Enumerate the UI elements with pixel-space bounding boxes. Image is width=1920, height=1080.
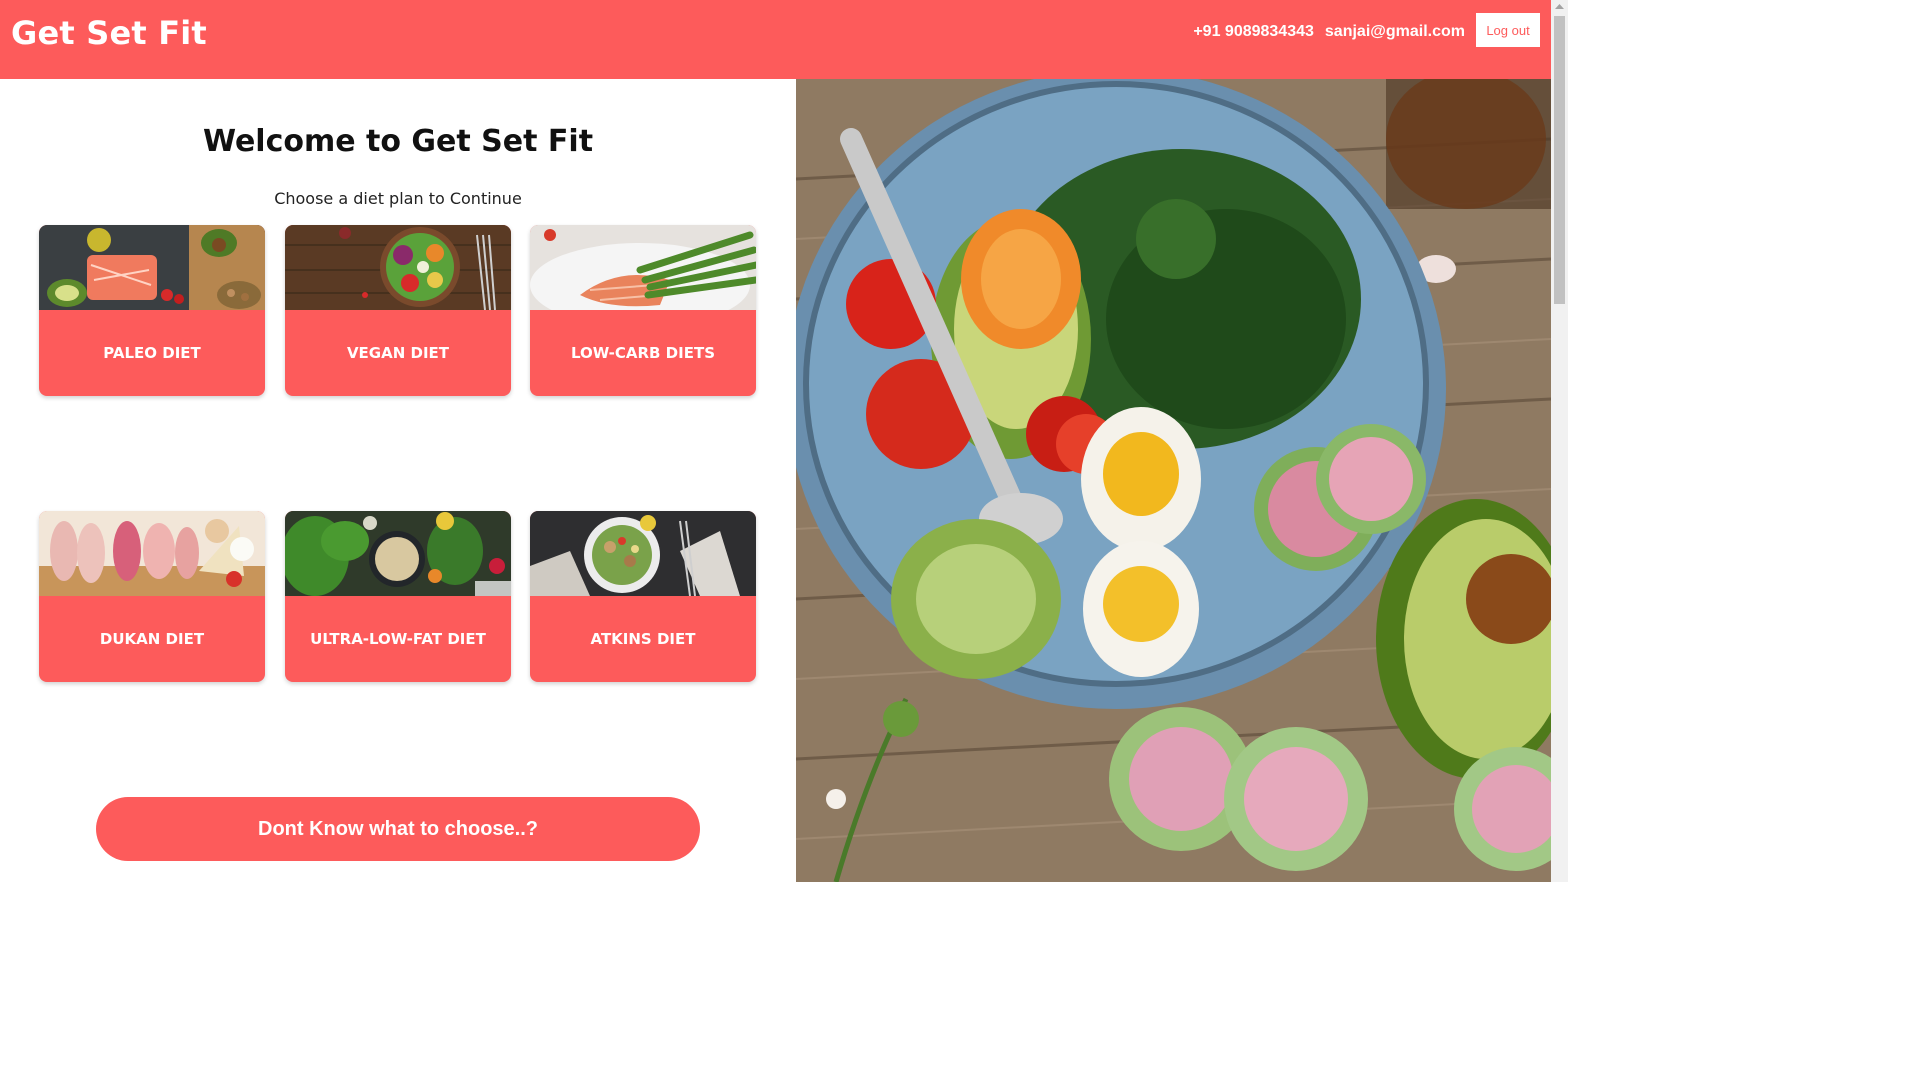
diet-card-label: DUKAN DIET [99, 630, 205, 648]
scrollbar-thumb[interactable] [1554, 16, 1565, 304]
brand-logo[interactable]: Get Set Fit [11, 14, 207, 52]
diet-card-label: ATKINS DIET [590, 630, 696, 648]
page-title: Welcome to Get Set Fit [202, 124, 594, 159]
diet-card-atkins[interactable]: ATKINS DIET [530, 511, 756, 682]
diet-card-label: VEGAN DIET [346, 344, 450, 362]
page-scrollbar[interactable] [1551, 0, 1568, 882]
diet-card-vegan[interactable]: VEGAN DIET [285, 225, 511, 396]
diet-card-low-carb[interactable]: LOW-CARB DIETS [530, 225, 756, 396]
logout-button[interactable]: Log out [1475, 12, 1541, 48]
diet-card-label: PALEO DIET [103, 344, 201, 362]
raw-meats-photo [39, 511, 265, 596]
diet-card-ultra-low-fat[interactable]: ULTRA-LOW-FAT DIET [285, 511, 511, 682]
diet-card-label: LOW-CARB DIETS [570, 344, 715, 362]
page-subtitle: Choose a diet plan to Continue [274, 189, 522, 208]
scroll-up-arrow-icon[interactable] [1551, 0, 1568, 14]
salad-bowl-egg-avocado-photo [796, 79, 1551, 882]
contact-info: +91 9089834343 sanjai@gmail.com [1193, 23, 1465, 41]
vegetable-bowl-photo [285, 225, 511, 310]
diet-card-paleo[interactable]: PALEO DIET [39, 225, 265, 396]
diet-card-label: ULTRA-LOW-FAT DIET [310, 630, 486, 648]
salad-plate-photo [530, 511, 756, 596]
phone-number: +91 9089834343 [1193, 23, 1314, 40]
salmon-avocado-nuts-photo [39, 225, 265, 310]
salmon-asparagus-photo [530, 225, 756, 310]
diet-card-dukan[interactable]: DUKAN DIET [39, 511, 265, 682]
help-me-choose-button[interactable]: Dont Know what to choose..? [96, 797, 700, 861]
grains-vegetables-photo [285, 511, 511, 596]
header-bar: Get Set Fit +91 9089834343 sanjai@gmail.… [0, 0, 1551, 79]
email-address: sanjai@gmail.com [1324, 23, 1465, 40]
